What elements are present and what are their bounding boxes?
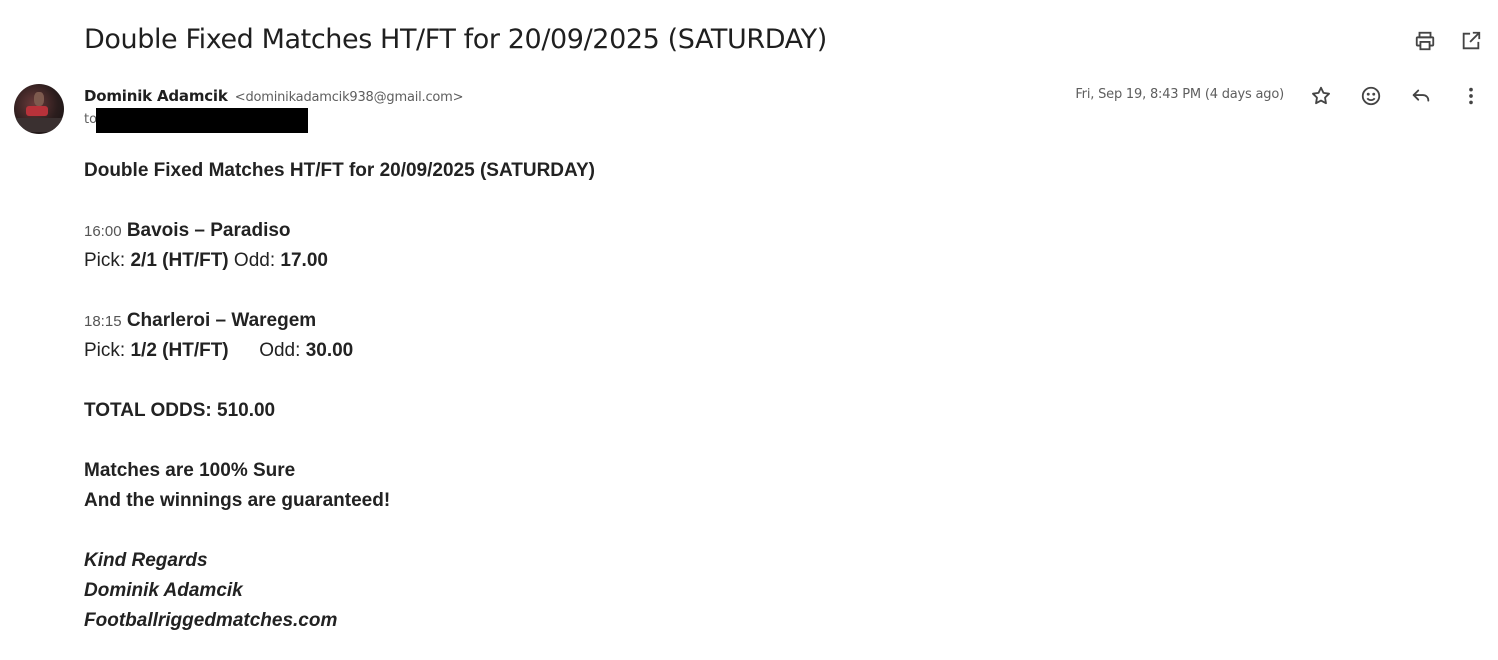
header-actions: [1414, 30, 1482, 52]
print-icon[interactable]: [1414, 30, 1436, 52]
star-icon[interactable]: [1310, 85, 1332, 107]
pick-line: Pick: 1/2 (HT/FT) Odd: 30.00: [84, 336, 595, 366]
emoji-reaction-icon[interactable]: [1360, 85, 1382, 107]
email-date: Fri, Sep 19, 8:43 PM (4 days ago): [1075, 87, 1284, 102]
sender-name[interactable]: Dominik Adamcik: [84, 87, 228, 105]
pick-line: Pick: 2/1 (HT/FT) Odd: 17.00: [84, 246, 595, 276]
total-odds: TOTAL ODDS: 510.00: [84, 400, 276, 421]
pick-label: Pick:: [84, 250, 126, 271]
match-teams: Charleroi – Waregem: [126, 310, 317, 331]
email-body: Double Fixed Matches HT/FT for 20/09/202…: [84, 156, 595, 636]
more-options-icon[interactable]: [1460, 85, 1482, 107]
match-time: 18:15: [84, 313, 122, 330]
odd-value: 30.00: [305, 340, 354, 361]
sender-avatar[interactable]: [14, 84, 64, 134]
pick-value: 1/2 (HT/FT): [130, 340, 229, 361]
odd-label: Odd:: [233, 250, 276, 271]
message-actions: [1310, 85, 1482, 107]
pick-value: 2/1 (HT/FT): [130, 250, 229, 271]
sender-line: Dominik Adamcik <dominikadamcik938@gmail…: [84, 86, 464, 105]
body-heading: Double Fixed Matches HT/FT for 20/09/202…: [84, 160, 596, 181]
guarantee-line: And the winnings are guaranteed!: [84, 490, 391, 511]
odd-value: 17.00: [280, 250, 328, 271]
sure-line: Matches are 100% Sure: [84, 460, 296, 481]
open-in-new-window-icon[interactable]: [1460, 30, 1482, 52]
pick-label: Pick:: [84, 340, 126, 361]
match-line: 16:00 Bavois – Paradiso: [84, 216, 595, 246]
match-teams: Bavois – Paradiso: [126, 220, 291, 241]
signature-name: Dominik Adamcik: [84, 580, 243, 601]
email-subject: Double Fixed Matches HT/FT for 20/09/202…: [84, 24, 827, 55]
match-line: 18:15 Charleroi – Waregem: [84, 306, 595, 336]
signature-website: Footballriggedmatches.com: [84, 610, 338, 631]
redacted-recipient: [96, 108, 308, 133]
odd-label: Odd:: [259, 340, 301, 361]
reply-icon[interactable]: [1410, 85, 1432, 107]
sender-email: <dominikadamcik938@gmail.com>: [234, 90, 464, 105]
match-time: 16:00: [84, 223, 122, 240]
signature-greeting: Kind Regards: [84, 550, 208, 571]
